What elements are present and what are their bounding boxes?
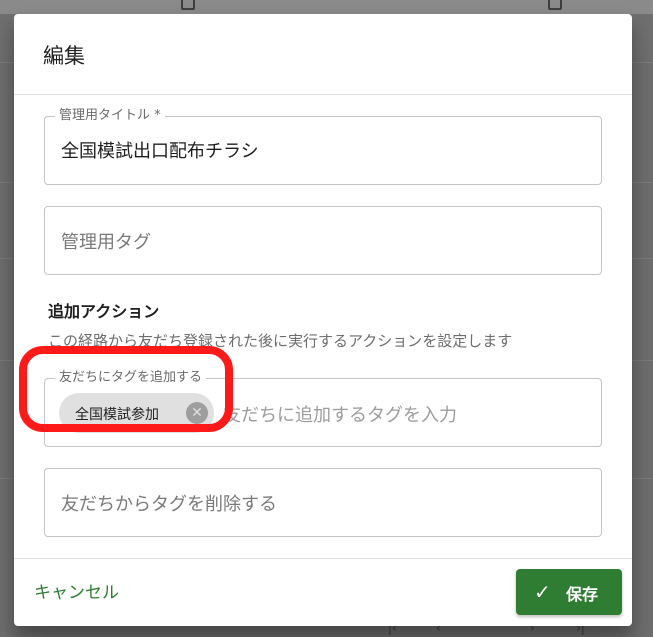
save-button[interactable]: ✓ 保存 [516, 569, 622, 615]
dialog-title: 編集 [43, 44, 85, 68]
admin-title-field[interactable]: 管理用タイトル * 全国模試出口配布チラシ [44, 108, 602, 185]
save-button-label: 保存 [566, 585, 599, 604]
admin-title-value: 全国模試出口配布チラシ [61, 141, 259, 162]
check-icon: ✓ [534, 580, 551, 604]
admin-tag-field[interactable]: 管理用タグ [44, 206, 602, 275]
backdrop-calendar-icon [181, 0, 195, 10]
additional-actions-heading: 追加アクション [48, 302, 160, 321]
admin-title-label: 管理用タイトル * [55, 108, 165, 124]
admin-tag-placeholder: 管理用タグ [61, 232, 151, 253]
highlight-annotation [19, 346, 233, 432]
cancel-button[interactable]: キャンセル [34, 578, 119, 603]
edit-dialog: 編集 管理用タイトル * 全国模試出口配布チラシ 管理用タグ 追加アクション こ… [14, 14, 632, 626]
footer-divider [14, 558, 632, 559]
remove-tag-field[interactable]: 友だちからタグを削除する [44, 468, 602, 537]
add-tag-input-placeholder: 友だちに追加するタグを入力 [223, 405, 457, 426]
header-divider [14, 94, 632, 95]
backdrop-calendar-icon [548, 0, 562, 10]
remove-tag-placeholder: 友だちからタグを削除する [61, 494, 277, 515]
